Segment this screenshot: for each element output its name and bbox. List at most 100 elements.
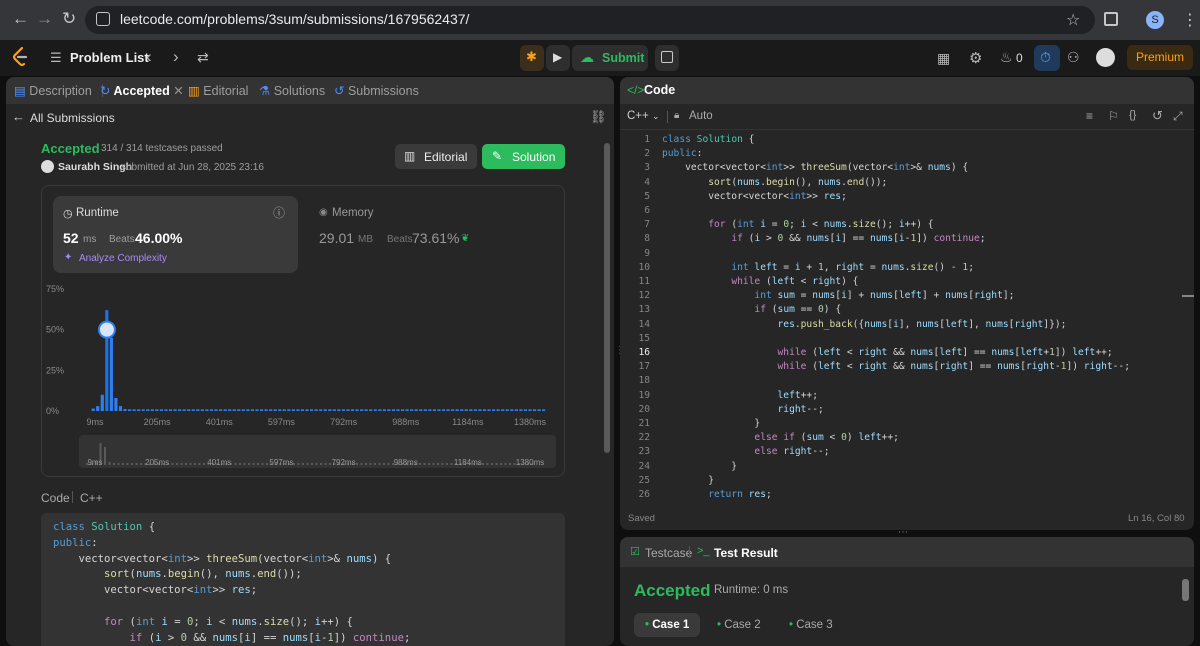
line-number: 3 [644,162,650,174]
code-text: if (sum == 0) { [754,304,842,316]
bug-icon: ✱ [526,49,537,64]
tab-test-result[interactable]: Test Result [714,546,778,560]
language-select[interactable]: C++ ⌄ [627,110,660,122]
memory-unit: MB [358,234,373,245]
auto-mode[interactable]: Auto [689,110,713,122]
resize-handle-vertical[interactable]: ⋮ [615,345,625,365]
distribution-bar [414,409,418,411]
add-user-icon[interactable]: ⚇ [1067,49,1080,66]
overview-bar [126,463,129,465]
overview-bar [117,463,120,465]
settings-gear-icon[interactable]: ⚙ [969,49,982,67]
distribution-bar [96,406,100,411]
result-tab-divider [689,546,690,558]
result-status: Accepted [634,581,711,600]
shuffle-icon[interactable]: ⇄ [197,49,209,66]
overview-bar [171,463,174,465]
submitted-code-line: for (int i = 0; i < nums.size(); i++) { [104,615,353,628]
back-icon[interactable]: ← [12,9,29,29]
reload-icon[interactable]: ↻ [62,9,76,29]
premium-button[interactable]: Premium [1127,45,1193,70]
toolbar-divider [667,111,668,123]
site-info-icon[interactable] [96,12,110,26]
distribution-bar [178,409,182,411]
distribution-bar [273,409,277,411]
distribution-bar [291,409,295,411]
back-arrow-icon[interactable]: ← [12,109,25,124]
code-editor[interactable]: 1 class Solution {2 public: 3 vector<vector… [620,134,1180,500]
distribution-bar [505,409,509,411]
case-2[interactable]: • Case 2 [717,619,761,631]
prev-problem-icon[interactable]: ‹ [146,47,152,67]
tab-solutions[interactable]: ⚗ Solutions [259,83,325,98]
next-problem-icon[interactable]: › [173,47,179,67]
tab-testcase[interactable]: Testcase [645,546,692,560]
overview-bar [122,463,124,465]
x-tick-label: 205ms [144,417,172,427]
distribution-bar [482,409,487,411]
edit-icon: ✎ [492,149,503,163]
code-text: } [662,474,714,486]
overview-bar [500,463,502,465]
profile-avatar[interactable]: S [1146,11,1164,29]
bookmark-icon[interactable]: ⚐ [1108,109,1119,123]
user-avatar[interactable] [1096,48,1115,67]
info-icon[interactable]: ⓘ [273,204,285,221]
memory-beats-label: Beats [387,234,413,245]
all-submissions-link[interactable]: All Submissions [30,111,115,125]
distribution-bar [360,409,364,411]
leetcode-logo-icon[interactable] [12,46,29,67]
runtime-distribution-chart[interactable]: 75% 50% 25% 0% 9ms 205ms 401ms 597ms 792ms 988ms 1… [41,277,565,472]
editor-tabbar [620,77,1194,104]
distribution-bar [492,409,496,411]
forward-icon[interactable]: → [36,9,53,29]
left-panel: ▤ Description ↻ Accepted ✕ ▥ Editorial ⚗… [6,77,614,646]
distribution-bar [441,409,446,411]
overview-bar [324,463,327,465]
overview-bar [257,463,259,465]
terminal-icon: >_ [697,545,710,557]
y-tick-label: 0% [46,406,59,416]
analyze-complexity-link[interactable]: Analyze Complexity [79,253,167,264]
fullscreen-icon[interactable]: ⤢ [1173,109,1183,124]
extensions-icon[interactable] [1104,12,1118,26]
code-text: while (left < right && nums[right] == nu… [777,361,1130,373]
lock-icon: 🔒︎ [674,110,680,121]
tab-description[interactable]: ▤ Description [14,83,92,98]
overview-bar [180,463,183,465]
distribution-bar [496,409,500,411]
code-text: sort(nums.begin(), nums.end()); [708,176,888,188]
overview-bar [387,463,390,465]
x-tick-label: 9ms [86,417,104,427]
sparkle-icon: ✦ [64,252,73,263]
layout-grid-icon[interactable]: ▦ [937,50,950,67]
case-3[interactable]: • Case 3 [789,619,833,631]
distribution-bar [232,409,236,411]
x-tick-label: 792ms [330,417,358,427]
overview-bar [486,463,489,465]
coin-count: 0 [1016,51,1023,65]
code-text: else right--; [754,446,830,458]
tab-accepted[interactable]: ↻ Accepted ✕ [100,83,184,98]
editor-title[interactable]: Code [644,83,675,97]
resize-handle-horizontal[interactable]: ⋯ [898,528,916,538]
share-link-icon[interactable]: ⛓ [590,109,607,125]
code-editor-panel: </> Code C++ ⌄ 🔒︎ Auto ≡ ⚐ {} ↺ ⤢ 1 class… [620,77,1194,530]
distribution-bar [228,409,232,411]
braces-icon[interactable]: {} [1129,109,1136,121]
result-scrollbar[interactable] [1182,579,1189,601]
browser-menu-icon[interactable]: ⋮ [1182,10,1198,30]
bookmark-star-icon[interactable]: ☆ [1066,10,1080,30]
submitted-code-block: class Solution {public: vector<vector<in… [41,513,565,646]
streak-fire-icon[interactable]: ♨ [1000,49,1013,66]
tab-editorial[interactable]: ▥ Editorial [188,83,248,98]
format-icon[interactable]: ≡ [1086,109,1093,123]
problem-list-link[interactable]: Problem List [70,50,149,65]
close-tab-icon[interactable]: ✕ [173,84,183,98]
note-icon [661,51,673,63]
overview-bar [365,463,367,465]
reset-icon[interactable]: ↺ [1152,108,1163,124]
tab-submissions[interactable]: ↺ Submissions [334,83,419,98]
list-icon[interactable]: ☰ [50,50,62,66]
left-scrollbar[interactable] [604,143,610,453]
